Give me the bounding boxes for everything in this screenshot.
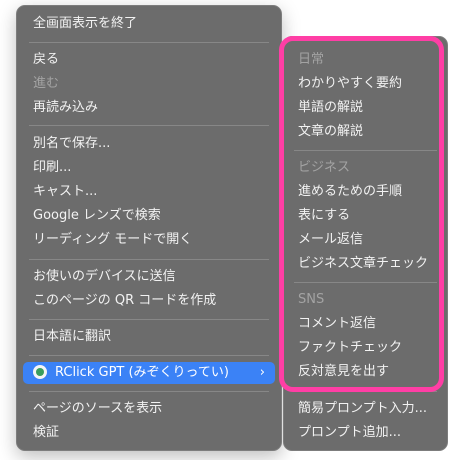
submenu-item-word-explain[interactable]: 単語の解説 <box>284 97 447 119</box>
menu-item-cast[interactable]: キャスト... <box>17 181 281 203</box>
submenu-group-sns: SNS <box>298 292 325 307</box>
menu-item-save-as[interactable]: 別名で保存... <box>17 133 281 155</box>
submenu-item-add-prompt[interactable]: プロンプト追加... <box>284 422 447 444</box>
submenu-item-mail-reply[interactable]: メール返信 <box>284 229 447 251</box>
menu-separator <box>29 42 269 43</box>
menu-separator <box>29 259 269 260</box>
rclick-gpt-icon <box>33 364 47 379</box>
submenu-arrow-icon: › <box>259 365 265 380</box>
menu-item-exit-fullscreen[interactable]: 全画面表示を終了 <box>17 13 281 35</box>
menu-separator <box>29 391 269 392</box>
submenu-item-steps[interactable]: 進めるための手順 <box>284 181 447 203</box>
rclick-gpt-submenu: 日常 わかりやすく要約 単語の解説 文章の解説 ビジネス 進めるための手順 表に… <box>283 36 448 451</box>
menu-item-rclick-gpt-label: RClick GPT (みぞくりってい) <box>55 365 229 380</box>
submenu-item-summarize[interactable]: わかりやすく要約 <box>284 73 447 95</box>
menu-separator <box>29 319 269 320</box>
menu-item-rclick-gpt[interactable]: RClick GPT (みぞくりってい) › <box>23 362 275 384</box>
submenu-item-make-table[interactable]: 表にする <box>284 205 447 227</box>
submenu-group-daily: 日常 <box>298 52 325 67</box>
submenu-separator <box>294 282 437 283</box>
menu-separator <box>29 125 269 126</box>
menu-item-reload[interactable]: 再読み込み <box>17 97 281 119</box>
menu-item-inspect[interactable]: 検証 <box>17 422 281 444</box>
context-menu: 全画面表示を終了 戻る 進む 再読み込み 別名で保存... 印刷... キャスト… <box>16 5 282 451</box>
submenu-item-sentence-explain[interactable]: 文章の解説 <box>284 121 447 143</box>
submenu-item-business-check[interactable]: ビジネス文章チェック <box>284 253 447 275</box>
menu-item-print[interactable]: 印刷... <box>17 157 281 179</box>
menu-item-view-source[interactable]: ページのソースを表示 <box>17 398 281 420</box>
menu-item-qr-code[interactable]: このページの QR コードを作成 <box>17 290 281 312</box>
submenu-item-counter-opinion[interactable]: 反対意見を出す <box>284 361 447 383</box>
menu-item-translate[interactable]: 日本語に翻訳 <box>17 326 281 348</box>
submenu-item-comment-reply[interactable]: コメント返信 <box>284 313 447 335</box>
menu-item-google-lens[interactable]: Google レンズで検索 <box>17 205 281 227</box>
menu-item-forward: 進む <box>33 76 60 91</box>
menu-separator <box>29 355 269 356</box>
submenu-item-fact-check[interactable]: ファクトチェック <box>284 337 447 359</box>
submenu-item-simple-prompt[interactable]: 簡易プロンプト入力... <box>284 398 447 420</box>
submenu-separator <box>294 391 437 392</box>
menu-item-send-to-devices[interactable]: お使いのデバイスに送信 <box>17 266 281 288</box>
submenu-group-business: ビジネス <box>298 160 351 175</box>
menu-item-reading-mode[interactable]: リーディング モードで開く <box>17 229 281 251</box>
menu-item-back[interactable]: 戻る <box>17 49 281 71</box>
submenu-separator <box>294 150 437 151</box>
